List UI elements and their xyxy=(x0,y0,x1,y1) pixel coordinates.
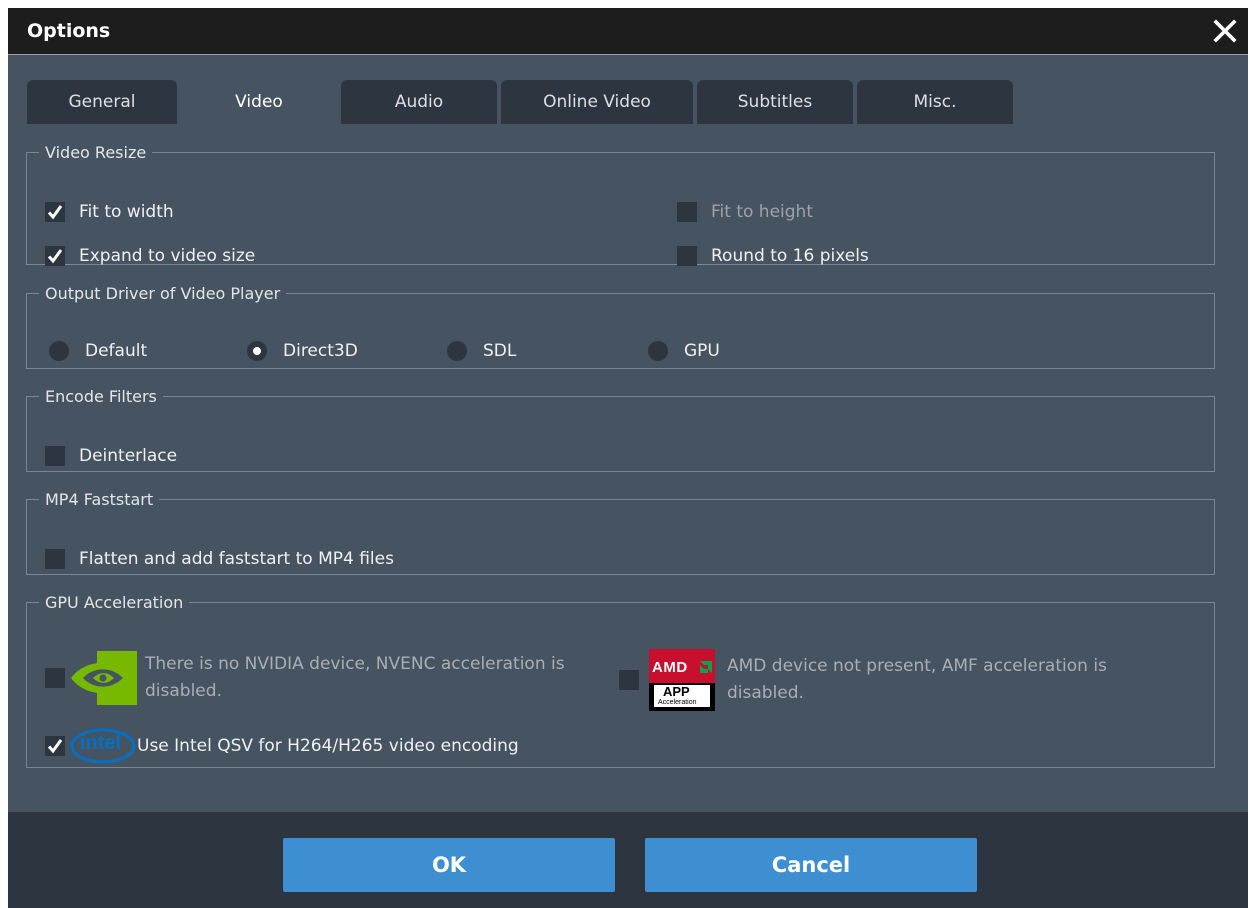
amd-status-line1: AMD device not present, AMF acceleration… xyxy=(727,656,1107,676)
nvidia-checkbox[interactable]: There is no NVIDIA device, NVENC acceler… xyxy=(45,649,565,707)
round-to-16-pixels-checkbox[interactable]: Round to 16 pixels xyxy=(677,246,869,266)
radio-sdl-label: SDL xyxy=(483,341,517,361)
checkbox[interactable] xyxy=(619,670,639,690)
checkbox[interactable] xyxy=(677,202,697,222)
intel-logo-icon: intel xyxy=(67,726,137,766)
gpu-acceleration-group: GPU Acceleration There is no NVIDIA devi… xyxy=(26,593,1215,768)
nvidia-logo-icon xyxy=(71,651,137,705)
tab-online-video[interactable]: Online Video xyxy=(501,80,693,124)
tab-video[interactable]: Video xyxy=(181,80,337,124)
radio-direct3d[interactable]: Direct3D xyxy=(247,341,358,361)
dialog-title: Options xyxy=(27,20,111,42)
amd-logo-bottom-text: Acceleration xyxy=(658,699,697,706)
radio-default-label: Default xyxy=(85,341,148,361)
flatten-faststart-label: Flatten and add faststart to MP4 files xyxy=(79,549,394,569)
intel-qsv-label: Use Intel QSV for H264/H265 video encodi… xyxy=(137,736,519,756)
radio-default[interactable]: Default xyxy=(49,341,147,361)
mp4-faststart-group: MP4 Faststart Flatten and add faststart … xyxy=(26,490,1215,575)
mp4-faststart-legend: MP4 Faststart xyxy=(45,490,154,509)
radio-button[interactable] xyxy=(447,341,467,361)
options-dialog: Options General Video Audio Online Video… xyxy=(8,8,1248,908)
checkbox[interactable] xyxy=(45,246,65,266)
video-resize-legend: Video Resize xyxy=(45,143,147,162)
cancel-button[interactable]: Cancel xyxy=(645,838,977,892)
tab-subtitles[interactable]: Subtitles xyxy=(697,80,853,124)
title-bar: Options xyxy=(8,8,1248,55)
expand-to-video-size-label: Expand to video size xyxy=(79,246,256,266)
amd-app-logo-icon: AMD APP Acceleration xyxy=(649,649,715,711)
checkbox[interactable] xyxy=(45,446,65,466)
radio-sdl[interactable]: SDL xyxy=(447,341,516,361)
deinterlace-label: Deinterlace xyxy=(79,446,178,466)
fit-to-width-checkbox[interactable]: Fit to width xyxy=(45,202,174,222)
amd-status-text: AMD device not present, AMF acceleration… xyxy=(727,653,1107,707)
deinterlace-checkbox[interactable]: Deinterlace xyxy=(45,446,177,466)
output-driver-legend: Output Driver of Video Player xyxy=(45,284,281,303)
button-bar: OK Cancel xyxy=(8,812,1248,908)
tab-audio[interactable]: Audio xyxy=(341,80,497,124)
check-icon xyxy=(47,739,63,754)
check-icon xyxy=(47,249,63,264)
checkbox[interactable] xyxy=(45,668,65,688)
output-driver-group: Output Driver of Video Player Default Di… xyxy=(26,284,1215,369)
video-resize-group: Video Resize Fit to width Fit to height … xyxy=(26,143,1215,266)
round-to-16-pixels-label: Round to 16 pixels xyxy=(711,246,869,266)
encode-filters-legend: Encode Filters xyxy=(45,387,157,406)
radio-gpu-label: GPU xyxy=(684,341,720,361)
radio-selected-dot xyxy=(253,347,261,355)
radio-direct3d-label: Direct3D xyxy=(283,341,358,361)
nvidia-status-text: There is no NVIDIA device, NVENC acceler… xyxy=(145,651,565,705)
amd-status-line2: disabled. xyxy=(727,683,804,703)
nvidia-status-line1: There is no NVIDIA device, NVENC acceler… xyxy=(145,654,565,674)
close-icon xyxy=(1213,19,1237,43)
encode-filters-group: Encode Filters Deinterlace xyxy=(26,387,1215,472)
checkbox[interactable] xyxy=(45,549,65,569)
checkbox[interactable] xyxy=(45,736,65,756)
fit-to-height-label: Fit to height xyxy=(711,202,813,222)
gpu-acceleration-legend: GPU Acceleration xyxy=(45,593,184,612)
expand-to-video-size-checkbox[interactable]: Expand to video size xyxy=(45,246,255,266)
amd-logo-top-text: AMD xyxy=(652,659,688,676)
radio-gpu[interactable]: GPU xyxy=(648,341,720,361)
radio-button[interactable] xyxy=(648,341,668,361)
flatten-faststart-checkbox[interactable]: Flatten and add faststart to MP4 files xyxy=(45,549,394,569)
radio-button[interactable] xyxy=(49,341,69,361)
radio-button[interactable] xyxy=(247,341,267,361)
checkbox[interactable] xyxy=(677,246,697,266)
tab-general[interactable]: General xyxy=(27,80,177,124)
amd-logo-mid-text: APP xyxy=(663,684,690,699)
check-icon xyxy=(47,205,63,220)
tab-misc[interactable]: Misc. xyxy=(857,80,1013,124)
amd-checkbox[interactable]: AMD APP Acceleration AMD device not pres… xyxy=(619,649,1107,711)
fit-to-height-checkbox[interactable]: Fit to height xyxy=(677,202,813,222)
amd-arrow-icon xyxy=(700,661,712,673)
ok-button[interactable]: OK xyxy=(283,838,615,892)
intel-logo-text: intel xyxy=(80,732,122,754)
close-button[interactable] xyxy=(1210,16,1240,46)
intel-qsv-checkbox[interactable]: intel Use Intel QSV for H264/H265 video … xyxy=(45,726,519,766)
nvidia-status-line2: disabled. xyxy=(145,681,222,701)
fit-to-width-label: Fit to width xyxy=(79,202,174,222)
checkbox[interactable] xyxy=(45,202,65,222)
